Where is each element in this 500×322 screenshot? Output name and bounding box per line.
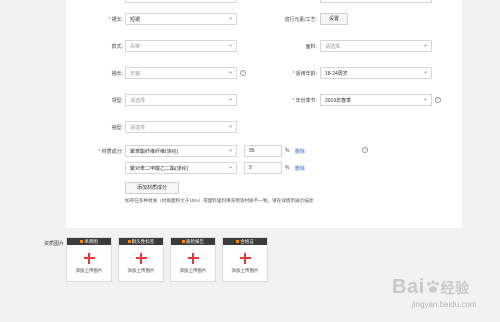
age-value: 18-24周岁 xyxy=(325,71,348,77)
composition-material-select-1[interactable]: 聚苯酯纤维纤维(涤纶) xyxy=(125,145,237,157)
help-icon[interactable]: ? xyxy=(240,70,246,76)
plus-icon[interactable] xyxy=(84,253,95,264)
composition-tip: 如存在多种材质（材质面积大于15%）或面料里料填充物等材质不一致，请在详情页展示… xyxy=(125,198,314,203)
collar-placeholder: 请选择 xyxy=(130,98,146,104)
sleeve-type-label: 袖型: xyxy=(111,125,123,131)
chevron-down-icon xyxy=(228,98,233,101)
card-caption: 添加上传图片 xyxy=(75,268,103,273)
plus-icon[interactable] xyxy=(240,253,251,264)
collar-label: 领型: xyxy=(111,98,123,104)
popular-elements-label: 流行元素/工艺: xyxy=(284,17,317,23)
watermark-logo: Bai 经验 xyxy=(392,276,470,299)
card-title: 合格证 xyxy=(240,239,254,244)
add-composition-button[interactable]: 添加材质成分 xyxy=(125,182,179,194)
plus-icon[interactable] xyxy=(136,253,147,264)
chevron-down-icon xyxy=(228,149,233,152)
age-label: *适用年龄: xyxy=(292,71,317,77)
chevron-down-icon xyxy=(228,125,233,128)
watermark-brand2: 经验 xyxy=(440,280,470,296)
marker-icon xyxy=(80,240,84,244)
paw-icon xyxy=(426,280,439,293)
qualification-label: 资质图片 xyxy=(43,241,64,247)
required-marker: * xyxy=(98,149,101,155)
settings-button[interactable]: 设置 xyxy=(320,13,348,25)
percent-unit: % xyxy=(285,148,290,154)
delete-link-1[interactable]: 删除 xyxy=(295,148,305,155)
composition-percent-input-1[interactable]: 95 xyxy=(244,145,282,157)
required-marker: * xyxy=(292,98,295,104)
watermark-url: jingyan.baidu.com xyxy=(412,300,477,309)
sleeve-type-placeholder: 请选择 xyxy=(130,125,146,131)
composition-label: *材质成分: xyxy=(98,149,123,155)
season-label: *年份季节: xyxy=(292,98,317,104)
season-value: 2019年春季 xyxy=(325,98,352,104)
chevron-down-icon xyxy=(228,71,233,74)
card-header: 合格证 xyxy=(223,238,267,245)
percent-unit: % xyxy=(285,165,290,171)
marker-icon xyxy=(182,240,185,244)
composition-material-select-2[interactable]: 聚对苯二甲酸乙二酯(涤纶) xyxy=(125,162,237,174)
required-marker: * xyxy=(108,17,111,23)
partial-input-right[interactable] xyxy=(320,0,432,3)
delete-link-2[interactable]: 删除 xyxy=(295,165,305,172)
help-icon[interactable]: ? xyxy=(362,147,368,153)
material-placeholder: 请选择 xyxy=(325,44,341,50)
material-label: 面料: xyxy=(305,44,317,50)
composition-percent-2: 5 xyxy=(249,165,252,171)
upload-card-tag[interactable]: 吊牌图 添加上传图片 xyxy=(66,237,112,282)
composition-material-1: 聚苯酯纤维纤维(涤纶) xyxy=(130,149,179,155)
composition-material-2: 聚对苯二甲酸乙二酯(涤纶) xyxy=(130,166,189,172)
age-select[interactable]: 18-24周岁 xyxy=(320,67,432,79)
marker-icon xyxy=(236,240,240,244)
skirt-length-select[interactable]: 短裙 xyxy=(125,13,237,25)
help-icon[interactable]: ? xyxy=(435,97,441,103)
card-title: 吊牌图 xyxy=(84,239,98,244)
chevron-down-icon xyxy=(228,17,233,20)
card-title: 质检报告 xyxy=(186,239,204,244)
style-value: 吊带 xyxy=(130,44,141,50)
composition-percent-input-2[interactable]: 5 xyxy=(244,162,282,174)
sleeve-type-select[interactable]: 请选择 xyxy=(125,121,237,133)
chevron-down-icon xyxy=(228,166,233,169)
chevron-down-icon xyxy=(228,44,233,47)
card-header: 吊牌图 xyxy=(67,238,111,245)
material-select[interactable]: 请选择 xyxy=(320,40,432,52)
collar-select[interactable]: 请选择 xyxy=(125,94,237,106)
card-caption: 添加上传图片 xyxy=(231,268,259,273)
sleeve-length-label: 袖长: xyxy=(111,71,123,77)
card-header: 质检报告 xyxy=(171,238,215,245)
chevron-down-icon xyxy=(423,71,428,74)
style-select[interactable]: 吊带 xyxy=(125,40,237,52)
sleeve-length-select[interactable]: 无袖 xyxy=(125,67,237,79)
partial-input-left[interactable] xyxy=(125,0,237,3)
required-marker: * xyxy=(292,71,295,77)
composition-percent-1: 95 xyxy=(249,148,255,154)
plus-icon[interactable] xyxy=(188,253,199,264)
watermark-brand: Bai xyxy=(392,276,425,298)
season-select[interactable]: 2019年春季 xyxy=(320,94,432,106)
card-title: 耐久性标签 xyxy=(131,239,155,244)
upload-card-durability[interactable]: 耐久性标签 添加上传图片 xyxy=(118,237,164,282)
upload-card-certificate[interactable]: 合格证 添加上传图片 xyxy=(222,237,268,282)
fabric-label: *裙长: xyxy=(108,17,123,23)
upload-card-inspection[interactable]: 质检报告 添加上传图片 xyxy=(170,237,216,282)
style-label: 款式: xyxy=(111,44,123,50)
card-caption: 添加上传图片 xyxy=(127,268,155,273)
marker-icon xyxy=(127,240,131,244)
skirt-length-value: 短裙 xyxy=(130,17,141,23)
chevron-down-icon xyxy=(423,44,428,47)
chevron-down-icon xyxy=(423,98,428,101)
card-caption: 添加上传图片 xyxy=(179,268,207,273)
sleeve-length-value: 无袖 xyxy=(130,71,141,77)
card-header: 耐久性标签 xyxy=(119,238,163,245)
